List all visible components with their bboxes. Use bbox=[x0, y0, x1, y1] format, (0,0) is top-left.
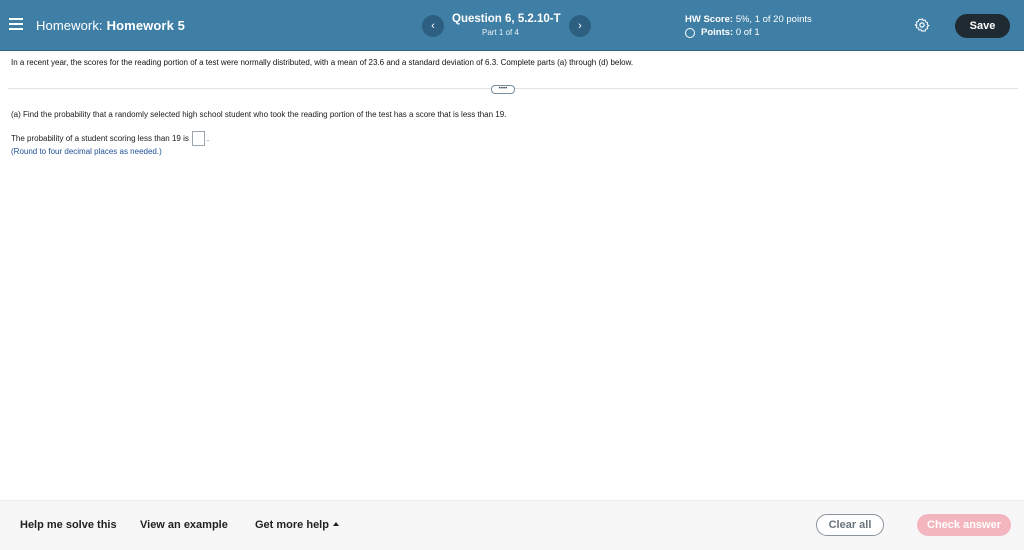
answer-suffix: . bbox=[206, 134, 210, 143]
check-answer-button[interactable]: Check answer bbox=[917, 514, 1011, 536]
homework-name: Homework 5 bbox=[106, 18, 185, 33]
chevron-left-icon: ‹ bbox=[431, 20, 435, 32]
answer-row: The probability of a student scoring les… bbox=[11, 131, 209, 146]
answer-prefix: The probability of a student scoring les… bbox=[11, 134, 189, 143]
hw-score-label: HW Score: bbox=[685, 14, 734, 25]
top-bar: Homework: Homework 5 ‹ Question 6, 5.2.10… bbox=[0, 0, 1024, 51]
points-label: Points: bbox=[701, 27, 734, 38]
answer-input[interactable] bbox=[191, 131, 205, 146]
homework-prefix: Homework: bbox=[36, 18, 103, 33]
hw-score: HW Score: 5%, 1 of 20 points bbox=[685, 14, 812, 25]
points-value: 0 of 1 bbox=[735, 27, 760, 38]
chevron-right-icon: › bbox=[578, 20, 582, 32]
rounding-note: (Round to four decimal places as needed.… bbox=[11, 147, 162, 156]
gear-icon[interactable] bbox=[914, 17, 930, 33]
part-a-prompt: (a) Find the probability that a randomly… bbox=[11, 110, 507, 119]
hw-score-value: 5%, 1 of 20 points bbox=[735, 14, 812, 25]
help-me-solve-button[interactable]: Help me solve this bbox=[20, 519, 117, 531]
get-more-help-button[interactable]: Get more help bbox=[255, 519, 339, 531]
points-circle-icon bbox=[685, 27, 695, 38]
points-status: Points: 0 of 1 bbox=[685, 27, 760, 38]
menu-icon[interactable] bbox=[9, 18, 23, 30]
homework-title: Homework: Homework 5 bbox=[36, 18, 185, 33]
question-intro: In a recent year, the scores for the rea… bbox=[11, 58, 634, 67]
view-example-button[interactable]: View an example bbox=[140, 519, 228, 531]
question-title: Question 6, 5.2.10-T bbox=[452, 13, 561, 25]
clear-all-button[interactable]: Clear all bbox=[816, 514, 884, 536]
previous-question-button[interactable]: ‹ bbox=[422, 15, 444, 37]
save-button[interactable]: Save bbox=[955, 14, 1010, 38]
caret-up-icon bbox=[332, 522, 339, 526]
get-more-help-label: Get more help bbox=[255, 519, 329, 531]
next-question-button[interactable]: › bbox=[569, 15, 591, 37]
expand-intro-button[interactable]: •••• bbox=[491, 85, 515, 94]
question-part: Part 1 of 4 bbox=[482, 28, 519, 37]
